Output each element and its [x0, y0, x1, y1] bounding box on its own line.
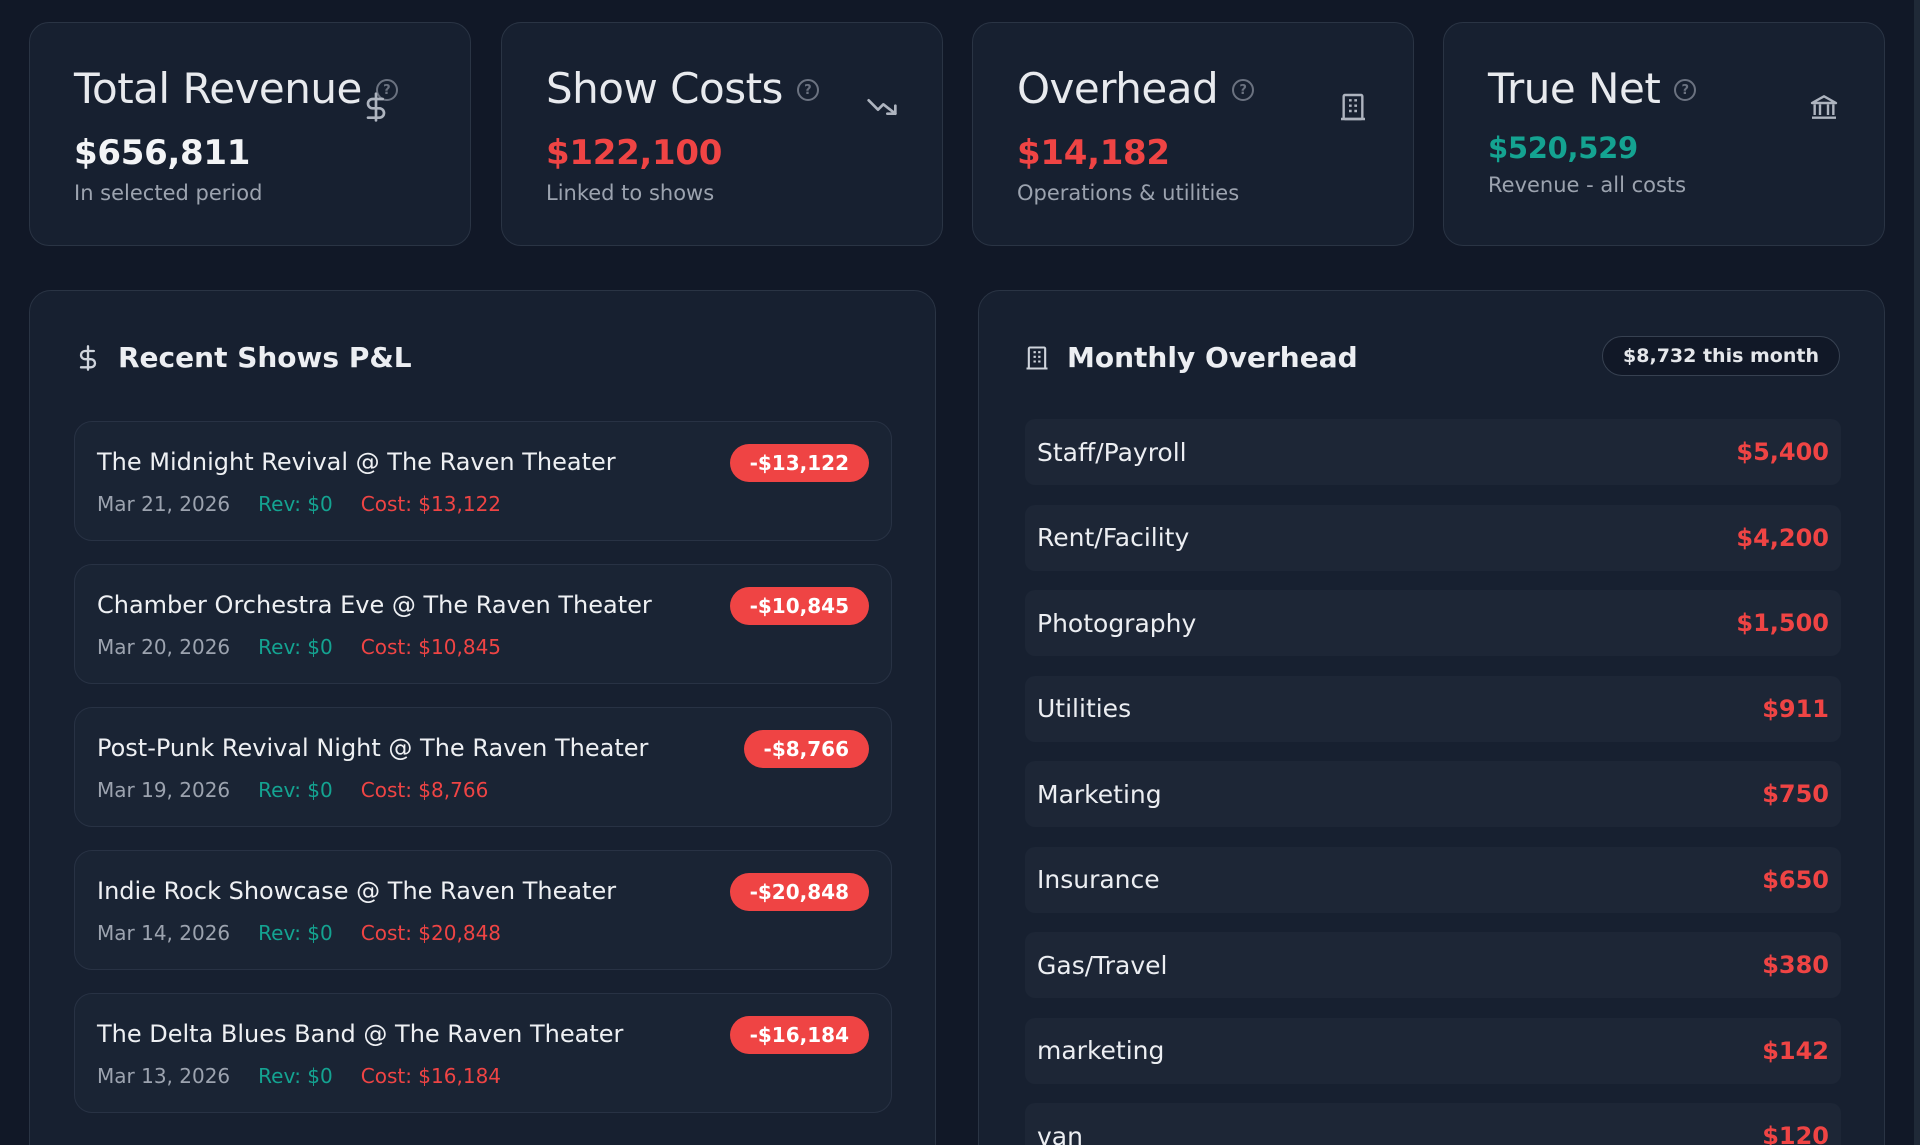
net-badge: -$8,766	[743, 730, 869, 768]
stat-value: $520,529	[1488, 131, 1638, 165]
overhead-amount: $4,200	[1736, 523, 1829, 552]
stat-value: $14,182	[1017, 133, 1170, 173]
overhead-category: Insurance	[1037, 865, 1160, 894]
show-revenue: Rev: $0	[258, 1064, 333, 1088]
stat-title: Show Costs	[546, 63, 783, 113]
show-item[interactable]: Chamber Orchestra Eve @ The Raven Theate…	[74, 564, 892, 684]
show-date: Mar 14, 2026	[97, 921, 231, 945]
overhead-row[interactable]: Utilities $911	[1025, 675, 1841, 742]
show-date: Mar 20, 2026	[97, 635, 231, 659]
stat-subtitle: Operations & utilities	[1017, 181, 1240, 205]
show-item[interactable]: The Midnight Revival @ The Raven Theater…	[74, 421, 892, 541]
net-badge: -$13,122	[729, 444, 869, 482]
stat-title: True Net	[1488, 63, 1661, 113]
building-icon	[1341, 93, 1365, 121]
overhead-row[interactable]: Staff/Payroll $5,400	[1025, 419, 1841, 485]
overhead-row[interactable]: Gas/Travel $380	[1025, 932, 1841, 998]
overhead-amount: $650	[1762, 865, 1829, 894]
net-badge: -$10,845	[729, 587, 869, 625]
overhead-row[interactable]: Photography $1,500	[1025, 590, 1841, 656]
stat-subtitle: In selected period	[74, 181, 263, 205]
overhead-category: Photography	[1037, 608, 1197, 638]
overhead-row[interactable]: Insurance $650	[1025, 846, 1841, 913]
bank-icon	[1810, 95, 1838, 119]
show-revenue: Rev: $0	[258, 635, 333, 659]
stat-title: Overhead	[1017, 63, 1219, 113]
trending-down-icon	[867, 99, 897, 115]
overhead-row[interactable]: marketing $142	[1025, 1017, 1841, 1084]
overhead-category: Utilities	[1037, 694, 1132, 723]
show-cost: Cost: $8,766	[360, 778, 489, 802]
dollar-icon	[79, 344, 97, 371]
net-badge: -$16,184	[729, 1016, 869, 1054]
show-revenue: Rev: $0	[258, 492, 333, 516]
recent-shows-panel: Recent Shows P&L The Midnight Revival @ …	[29, 290, 936, 1145]
show-date: Mar 13, 2026	[97, 1064, 231, 1088]
show-revenue: Rev: $0	[258, 921, 333, 945]
stat-card-overhead: Overhead ? $14,182 Operations & utilitie…	[972, 22, 1414, 246]
stat-card-show-costs: Show Costs ? $122,100 Linked to shows	[501, 22, 943, 246]
overhead-amount: $142	[1762, 1036, 1829, 1065]
panel-title: Monthly Overhead	[1067, 341, 1358, 374]
building-icon	[1026, 345, 1048, 370]
help-icon[interactable]: ?	[1674, 79, 1697, 101]
show-cost: Cost: $20,848	[360, 921, 502, 945]
show-cost: Cost: $10,845	[360, 635, 502, 659]
monthly-overhead-panel: Monthly Overhead $8,732 this month Staff…	[978, 290, 1885, 1145]
stat-cards: Total Revenue ? $656,811 In selected per…	[29, 22, 1885, 246]
overhead-amount: $750	[1762, 780, 1829, 808]
show-revenue: Rev: $0	[258, 778, 333, 802]
help-icon[interactable]: ?	[1232, 79, 1255, 101]
overhead-amount: $120	[1762, 1122, 1829, 1145]
stat-title: Total Revenue	[74, 63, 362, 113]
overhead-list: Staff/Payroll $5,400 Rent/Facility $4,20…	[1025, 419, 1841, 1145]
overhead-category: Marketing	[1037, 779, 1162, 809]
dollar-icon	[366, 92, 386, 122]
show-cost: Cost: $13,122	[360, 492, 502, 516]
stat-card-total-revenue: Total Revenue ? $656,811 In selected per…	[29, 22, 471, 246]
stat-subtitle: Linked to shows	[546, 181, 715, 205]
scrollbar-track[interactable]	[1914, 0, 1920, 1145]
overhead-category: Gas/Travel	[1037, 950, 1168, 980]
show-item[interactable]: Post-Punk Revival Night @ The Raven Thea…	[74, 707, 892, 827]
stat-card-true-net: True Net ? $520,529 Revenue - all costs	[1443, 22, 1885, 246]
overhead-amount: $1,500	[1736, 609, 1829, 637]
help-icon[interactable]: ?	[796, 79, 819, 101]
overhead-category: Staff/Payroll	[1037, 437, 1187, 467]
net-badge: -$20,848	[729, 873, 869, 911]
overhead-amount: $5,400	[1736, 438, 1829, 466]
stat-value: $122,100	[546, 133, 723, 173]
overhead-category: marketing	[1037, 1036, 1165, 1065]
month-total-badge: $8,732 this month	[1602, 336, 1840, 376]
overhead-category: van	[1037, 1121, 1083, 1145]
overhead-row[interactable]: Marketing $750	[1025, 761, 1841, 827]
show-cost: Cost: $16,184	[360, 1064, 502, 1088]
panel-title: Recent Shows P&L	[118, 341, 412, 374]
show-date: Mar 19, 2026	[97, 778, 231, 802]
stat-value: $656,811	[74, 133, 251, 173]
dashboard-page: Total Revenue ? $656,811 In selected per…	[0, 0, 1920, 1145]
show-date: Mar 21, 2026	[97, 492, 231, 516]
shows-list: The Midnight Revival @ The Raven Theater…	[74, 421, 892, 1136]
overhead-row[interactable]: van $120	[1025, 1103, 1841, 1145]
overhead-category: Rent/Facility	[1037, 523, 1190, 552]
overhead-row[interactable]: Rent/Facility $4,200	[1025, 504, 1841, 571]
overhead-amount: $911	[1762, 694, 1829, 723]
stat-subtitle: Revenue - all costs	[1488, 173, 1687, 197]
overhead-amount: $380	[1762, 951, 1829, 979]
show-item[interactable]: The Delta Blues Band @ The Raven Theater…	[74, 993, 892, 1113]
show-item[interactable]: Indie Rock Showcase @ The Raven Theater …	[74, 850, 892, 970]
